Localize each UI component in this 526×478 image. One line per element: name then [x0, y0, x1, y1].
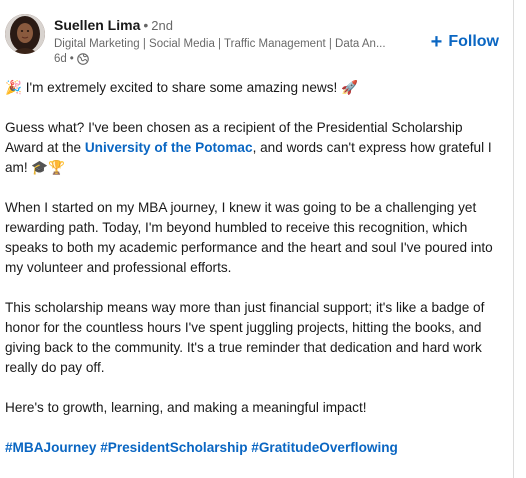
- university-link[interactable]: University of the Potomac: [85, 140, 253, 155]
- post-header: Suellen Lima • 2nd Digital Marketing | Soc…: [0, 0, 513, 70]
- author-name[interactable]: Suellen Lima: [54, 17, 140, 33]
- globe-icon: [77, 53, 89, 65]
- degree-separator: •: [143, 17, 149, 33]
- hashtag-link[interactable]: #GratitudeOverflowing: [251, 440, 398, 455]
- plus-icon: +: [430, 31, 443, 53]
- post-meta: 6d •: [54, 52, 89, 66]
- post-paragraph-4: This scholarship means way more than jus…: [5, 300, 485, 375]
- author-headline: Digital Marketing | Social Media | Traff…: [54, 38, 386, 50]
- connection-degree: 2nd: [151, 18, 173, 33]
- post-paragraph-2: Guess what? I've been chosen as a recipi…: [5, 118, 503, 178]
- avatar[interactable]: [5, 14, 45, 54]
- hashtag-link[interactable]: #PresidentScholarship: [100, 440, 247, 455]
- post-time: 6d: [54, 53, 67, 65]
- post-paragraph-5: Here's to growth, learning, and making a…: [5, 400, 367, 415]
- follow-label: Follow: [448, 33, 499, 50]
- meta-separator: •: [69, 53, 74, 65]
- author-name-row: Suellen Lima • 2nd: [54, 16, 173, 35]
- post-body: 🎉 I'm extremely excited to share some am…: [5, 78, 503, 478]
- follow-button[interactable]: + Follow: [427, 31, 503, 53]
- post-card: Suellen Lima • 2nd Digital Marketing | Soc…: [0, 0, 514, 478]
- post-paragraph-1: 🎉 I'm extremely excited to share some am…: [5, 80, 359, 95]
- hashtag-link[interactable]: #MBAJourney: [5, 440, 96, 455]
- post-paragraph-3: When I started on my MBA journey, I knew…: [5, 200, 493, 275]
- hashtag-list: #MBAJourney #PresidentScholarship #Grati…: [5, 438, 503, 458]
